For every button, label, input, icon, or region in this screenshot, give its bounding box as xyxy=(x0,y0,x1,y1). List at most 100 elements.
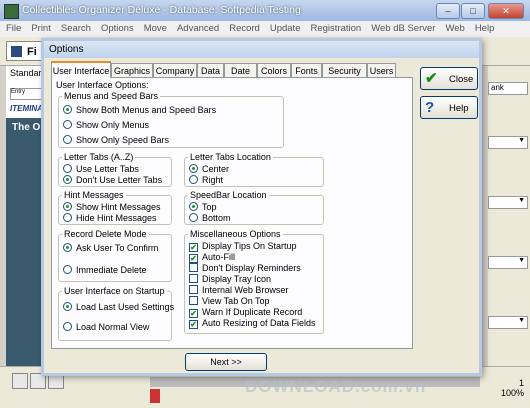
tab-company[interactable]: Company xyxy=(153,63,197,77)
app-title: Collectibles Organizer Deluxe - Database… xyxy=(22,4,301,16)
radio-show-hints[interactable]: Show Hint Messages xyxy=(63,202,161,213)
check-display-tray-icon[interactable]: Display Tray Icon xyxy=(189,274,271,285)
maximize-button[interactable]: □ xyxy=(461,3,485,19)
dropdown-2[interactable]: ▼ xyxy=(488,196,528,209)
radio-button[interactable] xyxy=(63,243,72,252)
checkbox[interactable] xyxy=(189,263,198,272)
menu-search[interactable]: Search xyxy=(55,21,95,34)
find-button[interactable]: Fi xyxy=(6,41,44,61)
tab-colors[interactable]: Colors xyxy=(257,63,291,77)
option-label: Internal Web Browser xyxy=(202,285,289,295)
radio-button[interactable] xyxy=(63,302,72,311)
menu-help[interactable]: Help xyxy=(469,21,499,34)
checkbox[interactable] xyxy=(189,296,198,305)
check-display-tips[interactable]: ✔ Display Tips On Startup xyxy=(189,241,297,252)
radio-only-speedbars[interactable]: Show Only Speed Bars xyxy=(63,135,169,146)
checkbox[interactable]: ✔ xyxy=(189,320,198,329)
radio-button[interactable] xyxy=(189,175,198,184)
radio-button[interactable] xyxy=(63,213,72,222)
help-button[interactable]: ? Help xyxy=(420,96,478,119)
radio-top[interactable]: Top xyxy=(189,202,217,213)
radio-button[interactable] xyxy=(189,213,198,222)
radio-center[interactable]: Center xyxy=(189,164,229,175)
dropdown-1[interactable]: ▼ xyxy=(488,136,528,149)
radio-both-menus[interactable]: Show Both Menus and Speed Bars xyxy=(63,105,216,116)
check-dont-display-reminders[interactable]: Don't Display Reminders xyxy=(189,263,301,274)
radio-only-menus[interactable]: Show Only Menus xyxy=(63,120,149,131)
radio-load-normal-view[interactable]: Load Normal View xyxy=(63,322,149,333)
radio-button[interactable] xyxy=(189,202,198,211)
tab-users[interactable]: Users xyxy=(367,63,396,77)
radio-button[interactable] xyxy=(63,135,72,144)
first-record-icon[interactable] xyxy=(12,373,28,389)
radio-button[interactable] xyxy=(63,175,72,184)
close-button-label: Close xyxy=(449,74,474,85)
menu-update[interactable]: Update xyxy=(264,21,305,34)
option-label: Center xyxy=(202,164,230,174)
check-warn-duplicate[interactable]: ✔ Warn If Duplicate Record xyxy=(189,307,302,318)
watermark: DOWNLOAD.com.vn xyxy=(245,377,427,396)
menu-advanced[interactable]: Advanced xyxy=(171,21,223,34)
close-window-button[interactable]: ✕ xyxy=(488,3,524,19)
group-label: Menus and Speed Bars xyxy=(62,91,161,101)
dropdown-4[interactable]: ▼ xyxy=(488,316,528,329)
radio-button[interactable] xyxy=(63,105,72,114)
menu-web[interactable]: Web xyxy=(439,21,468,34)
minimize-button[interactable]: – xyxy=(436,3,460,19)
radio-dont-use-letter-tabs[interactable]: Don't Use Letter Tabs xyxy=(63,175,162,186)
radio-bottom[interactable]: Bottom xyxy=(189,213,231,224)
rank-field[interactable]: ank xyxy=(488,82,528,95)
radio-ask-confirm[interactable]: Ask User To Confirm xyxy=(63,243,158,254)
radio-load-last-used[interactable]: Load Last Used Settings xyxy=(63,302,174,313)
checkbox[interactable]: ✔ xyxy=(189,254,198,263)
options-dialog: Options User Interface Graphics Company … xyxy=(41,38,482,396)
option-label: Use Letter Tabs xyxy=(76,164,139,174)
chevron-down-icon: ▼ xyxy=(518,197,525,204)
checkbox[interactable]: ✔ xyxy=(189,243,198,252)
tab-security[interactable]: Security xyxy=(322,63,367,77)
radio-right[interactable]: Right xyxy=(189,175,223,186)
find-icon xyxy=(11,46,22,57)
tab-user-interface[interactable]: User Interface xyxy=(51,61,111,78)
radio-button[interactable] xyxy=(63,120,72,129)
radio-hide-hints[interactable]: Hide Hint Messages xyxy=(63,213,157,224)
item-nav-label: ITEMINA xyxy=(10,104,43,113)
menu-print[interactable]: Print xyxy=(25,21,55,34)
dialog-title: Options xyxy=(49,44,84,55)
menu-file[interactable]: File xyxy=(0,21,25,34)
radio-button[interactable] xyxy=(63,202,72,211)
checkbox[interactable] xyxy=(189,274,198,283)
dropdown-3[interactable]: ▼ xyxy=(488,256,528,269)
check-internal-web-browser[interactable]: Internal Web Browser xyxy=(189,285,288,296)
radio-button[interactable] xyxy=(63,265,72,274)
close-button[interactable]: ✔ Close xyxy=(420,67,478,90)
record-title: The O xyxy=(12,122,41,133)
menu-web-db-server[interactable]: Web dB Server xyxy=(365,21,439,34)
tab-graphics[interactable]: Graphics xyxy=(111,63,153,77)
radio-button[interactable] xyxy=(63,322,72,331)
check-auto-resizing[interactable]: ✔ Auto Resizing of Data Fields xyxy=(189,318,316,329)
tab-date[interactable]: Date xyxy=(224,63,257,77)
option-label: View Tab On Top xyxy=(202,296,270,306)
next-button[interactable]: Next >> xyxy=(185,353,267,371)
menu-options[interactable]: Options xyxy=(95,21,138,34)
menu-move[interactable]: Move xyxy=(138,21,171,34)
check-auto-fill[interactable]: ✔ Auto-Fill xyxy=(189,252,235,263)
group-label: User Interface on Startup xyxy=(62,286,167,296)
entry-button[interactable]: Entry xyxy=(10,88,42,100)
tab-fonts[interactable]: Fonts xyxy=(291,63,322,77)
checkbox[interactable] xyxy=(189,285,198,294)
check-view-tab-on-top[interactable]: View Tab On Top xyxy=(189,296,270,307)
radio-immediate-delete[interactable]: Immediate Delete xyxy=(63,265,147,276)
tab-data[interactable]: Data xyxy=(197,63,224,77)
group-speedbar-location: SpeedBar Location Top Bottom xyxy=(184,190,324,225)
radio-button[interactable] xyxy=(189,164,198,173)
dialog-titlebar: Options xyxy=(44,41,479,58)
group-label: Miscellaneous Options xyxy=(188,229,283,239)
checkbox[interactable]: ✔ xyxy=(189,309,198,318)
option-label: Show Both Menus and Speed Bars xyxy=(76,105,217,115)
menu-registration[interactable]: Registration xyxy=(304,21,365,34)
radio-button[interactable] xyxy=(63,164,72,173)
radio-use-letter-tabs[interactable]: Use Letter Tabs xyxy=(63,164,139,175)
menu-record[interactable]: Record xyxy=(223,21,264,34)
